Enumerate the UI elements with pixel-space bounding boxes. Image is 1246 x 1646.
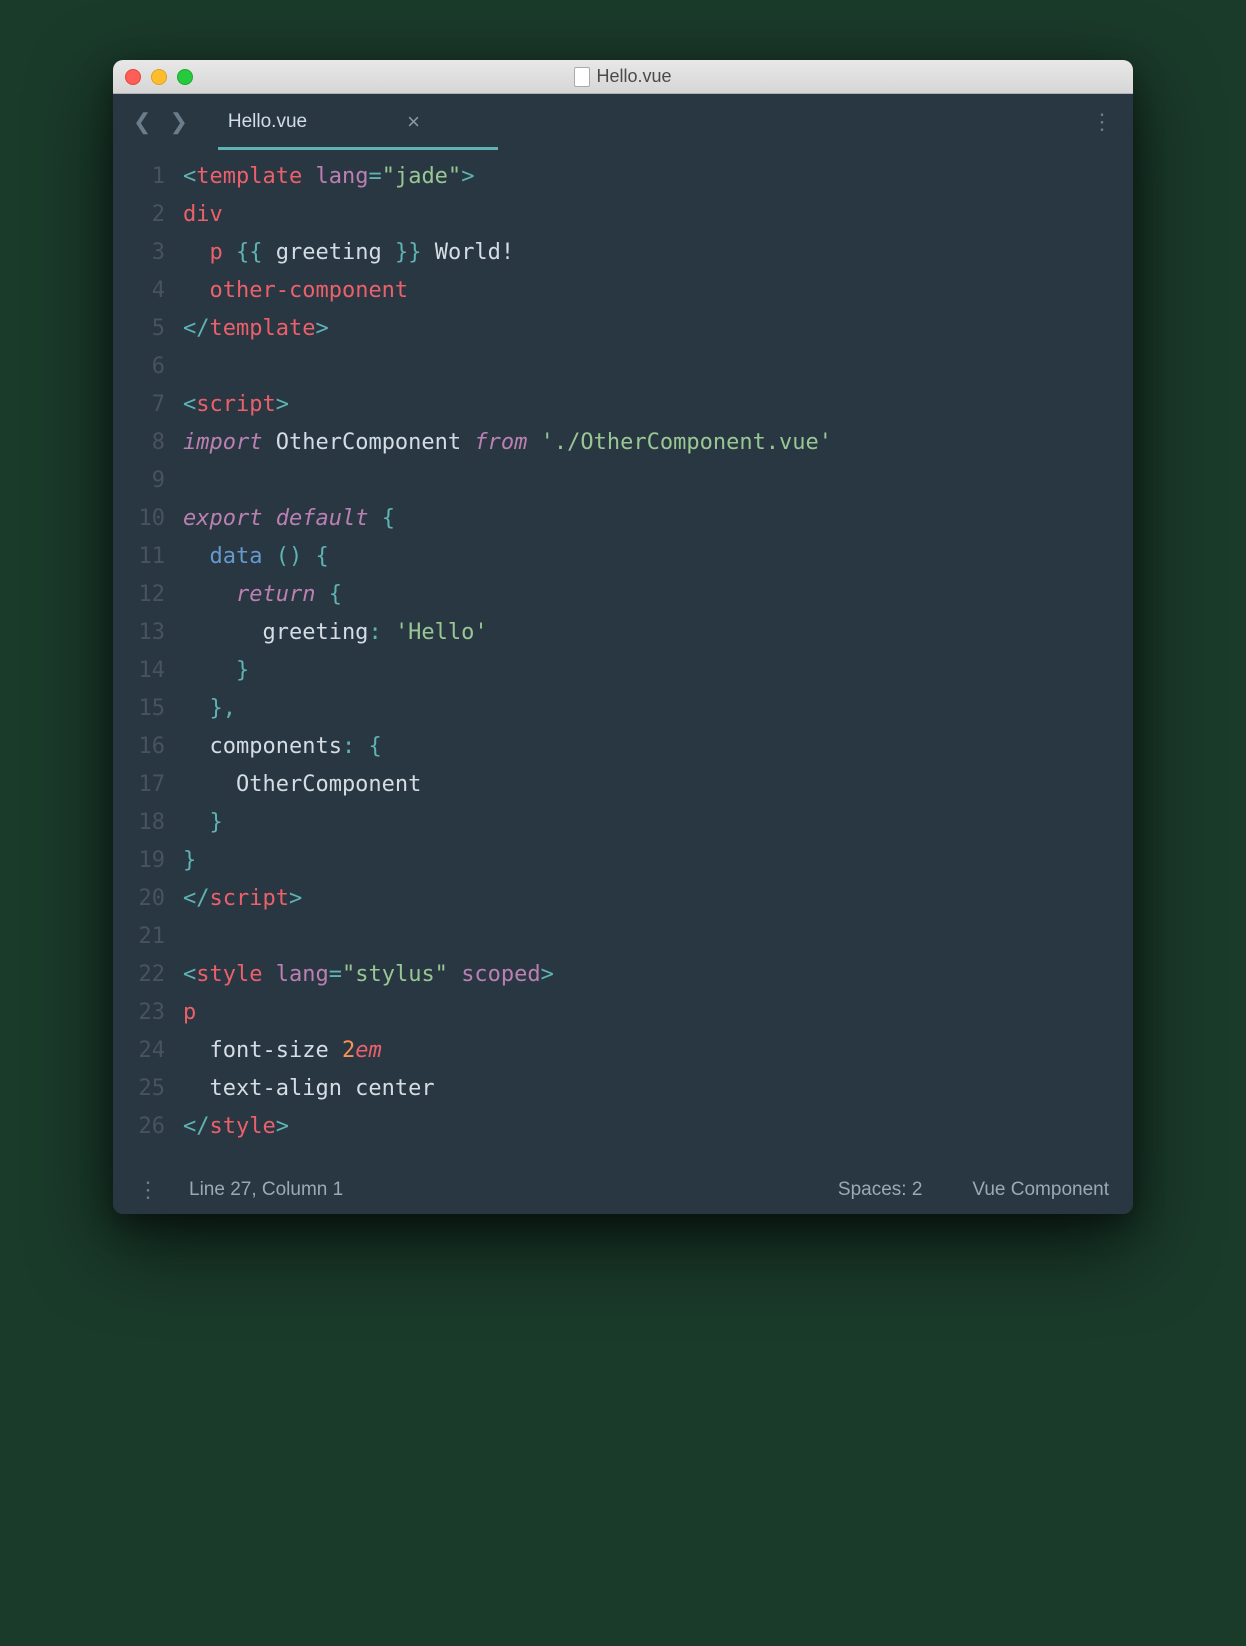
line-number: 21	[113, 918, 165, 956]
tab-label: Hello.vue	[228, 111, 307, 133]
code-line[interactable]: }	[183, 842, 1133, 880]
code-line[interactable]: return {	[183, 576, 1133, 614]
close-window-button[interactable]	[125, 69, 141, 85]
line-number: 26	[113, 1108, 165, 1146]
line-number: 9	[113, 462, 165, 500]
code-line[interactable]: export default {	[183, 500, 1133, 538]
code-line[interactable]: }	[183, 804, 1133, 842]
code-editor[interactable]: 1234567891011121314151617181920212223242…	[113, 150, 1133, 1166]
line-number: 22	[113, 956, 165, 994]
code-line[interactable]	[183, 918, 1133, 956]
indent-setting[interactable]: Spaces: 2	[838, 1179, 923, 1201]
cursor-position[interactable]: Line 27, Column 1	[189, 1179, 343, 1201]
line-number: 23	[113, 994, 165, 1032]
code-line[interactable]: font-size 2em	[183, 1032, 1133, 1070]
code-line[interactable]: other-component	[183, 272, 1133, 310]
code-line[interactable]	[183, 348, 1133, 386]
code-line[interactable]: p	[183, 994, 1133, 1032]
code-line[interactable]: </script>	[183, 880, 1133, 918]
tab-bar: ❮ ❯ Hello.vue × ⋮	[113, 94, 1133, 150]
code-line[interactable]: import OtherComponent from './OtherCompo…	[183, 424, 1133, 462]
line-number: 3	[113, 234, 165, 272]
line-number: 12	[113, 576, 165, 614]
code-line[interactable]	[183, 462, 1133, 500]
document-icon	[574, 67, 590, 87]
nav-forward-icon[interactable]: ❯	[169, 109, 187, 135]
code-line[interactable]: </style>	[183, 1108, 1133, 1146]
tab-active-indicator	[218, 147, 498, 150]
line-number: 25	[113, 1070, 165, 1108]
line-number: 24	[113, 1032, 165, 1070]
line-number: 8	[113, 424, 165, 462]
line-number: 11	[113, 538, 165, 576]
nav-arrows: ❮ ❯	[133, 109, 188, 135]
line-number: 5	[113, 310, 165, 348]
line-number: 7	[113, 386, 165, 424]
code-line[interactable]: components: {	[183, 728, 1133, 766]
line-number: 20	[113, 880, 165, 918]
window-title: Hello.vue	[113, 66, 1133, 87]
line-number: 16	[113, 728, 165, 766]
line-number: 15	[113, 690, 165, 728]
window-title-text: Hello.vue	[596, 66, 671, 87]
code-line[interactable]: data () {	[183, 538, 1133, 576]
code-line[interactable]: p {{ greeting }} World!	[183, 234, 1133, 272]
tab-hello-vue[interactable]: Hello.vue ×	[218, 94, 430, 150]
line-number: 2	[113, 196, 165, 234]
line-number: 17	[113, 766, 165, 804]
code-line[interactable]: <template lang="jade">	[183, 158, 1133, 196]
code-line[interactable]: }	[183, 652, 1133, 690]
minimize-window-button[interactable]	[151, 69, 167, 85]
code-line[interactable]: <style lang="stylus" scoped>	[183, 956, 1133, 994]
syntax-mode[interactable]: Vue Component	[972, 1179, 1109, 1201]
line-number: 13	[113, 614, 165, 652]
line-number: 18	[113, 804, 165, 842]
line-number: 10	[113, 500, 165, 538]
line-number: 6	[113, 348, 165, 386]
more-menu-icon[interactable]: ⋮	[1091, 109, 1113, 135]
code-line[interactable]: <script>	[183, 386, 1133, 424]
editor-window: Hello.vue ❮ ❯ Hello.vue × ⋮ 123456789101…	[113, 60, 1133, 1214]
code-line[interactable]: },	[183, 690, 1133, 728]
code-line[interactable]: OtherComponent	[183, 766, 1133, 804]
status-more-icon[interactable]: ⋮	[137, 1177, 159, 1203]
titlebar: Hello.vue	[113, 60, 1133, 94]
code-content[interactable]: <template lang="jade">div p {{ greeting …	[183, 158, 1133, 1146]
code-line[interactable]: div	[183, 196, 1133, 234]
code-line[interactable]: greeting: 'Hello'	[183, 614, 1133, 652]
tab-close-icon[interactable]: ×	[407, 109, 420, 135]
line-number: 1	[113, 158, 165, 196]
traffic-lights	[125, 69, 193, 85]
line-gutter: 1234567891011121314151617181920212223242…	[113, 158, 183, 1146]
nav-back-icon[interactable]: ❮	[133, 109, 151, 135]
line-number: 19	[113, 842, 165, 880]
zoom-window-button[interactable]	[177, 69, 193, 85]
code-line[interactable]: text-align center	[183, 1070, 1133, 1108]
line-number: 4	[113, 272, 165, 310]
line-number: 14	[113, 652, 165, 690]
status-bar: ⋮ Line 27, Column 1 Spaces: 2 Vue Compon…	[113, 1166, 1133, 1214]
code-line[interactable]: </template>	[183, 310, 1133, 348]
